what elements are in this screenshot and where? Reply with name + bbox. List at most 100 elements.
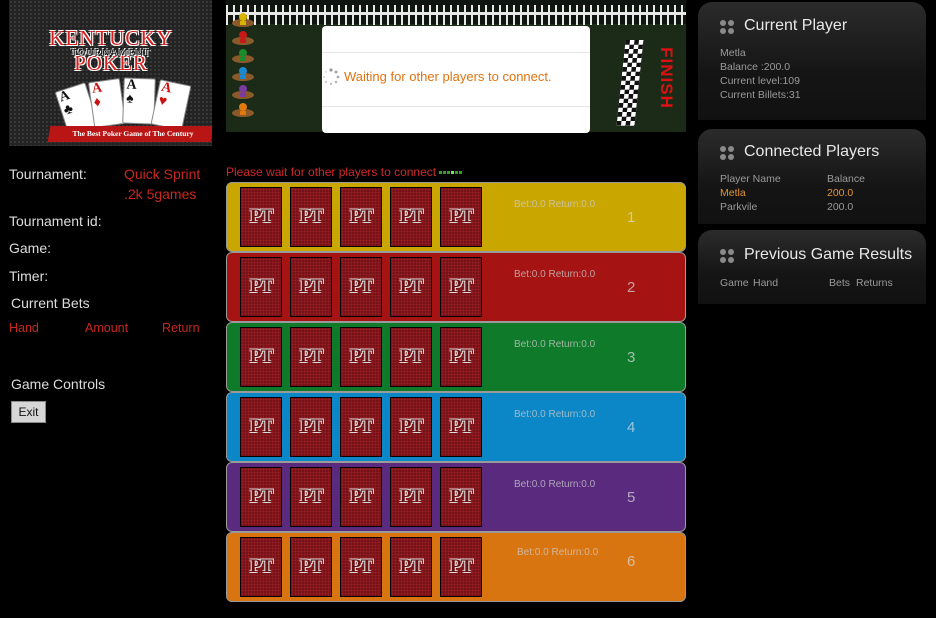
- card-back: PT: [240, 537, 282, 597]
- checkered-flag-icon: [616, 40, 644, 126]
- card-back-logo: PT: [399, 416, 423, 437]
- row-bet-info: Bet:0.0 Return:0.0: [514, 199, 596, 210]
- card-back: PT: [390, 537, 432, 597]
- card-slot[interactable]: PT: [338, 465, 384, 529]
- connected-player-name: Metla: [720, 187, 746, 199]
- card-back-logo: PT: [249, 206, 273, 227]
- card-back: PT: [340, 187, 382, 247]
- card-slot[interactable]: PT: [288, 325, 334, 389]
- card-slot[interactable]: PT: [238, 395, 284, 459]
- row-bet-info: Bet:0.0 Return:0.0: [514, 479, 596, 490]
- row-bet-info: Bet:0.0 Return:0.0: [514, 269, 596, 280]
- card-slot[interactable]: PT: [438, 255, 484, 319]
- loading-spinner-icon: [323, 68, 340, 86]
- card-back: PT: [240, 257, 282, 317]
- card-slot[interactable]: PT: [438, 185, 484, 249]
- player-balance: Balance :200.0: [720, 61, 791, 73]
- card-slot[interactable]: PT: [438, 465, 484, 529]
- card-slot[interactable]: PT: [388, 325, 434, 389]
- card-back-logo: PT: [349, 346, 373, 367]
- card-back-logo: PT: [449, 346, 473, 367]
- card-back: PT: [340, 257, 382, 317]
- card-slot[interactable]: PT: [338, 255, 384, 319]
- card-back: PT: [390, 397, 432, 457]
- track-fence-rail: [226, 12, 686, 15]
- track-fence: [226, 5, 686, 25]
- card-back: PT: [340, 537, 382, 597]
- card-slot[interactable]: PT: [288, 465, 334, 529]
- card-back: PT: [440, 327, 482, 387]
- results-header-hand: Hand: [753, 277, 779, 289]
- card-back: PT: [390, 327, 432, 387]
- card-back: PT: [340, 327, 382, 387]
- results-header-game: Game: [720, 277, 749, 289]
- card-back-logo: PT: [349, 556, 373, 577]
- connected-player-name: Parkvile: [720, 201, 758, 213]
- card-slot[interactable]: PT: [438, 395, 484, 459]
- jockey-icon: [228, 84, 258, 100]
- card-slot[interactable]: PT: [438, 535, 484, 599]
- waiting-message: Waiting for other players to connect.: [344, 69, 552, 84]
- card-back: PT: [290, 327, 332, 387]
- connected-player-balance: 200.0: [827, 187, 854, 199]
- card-slot[interactable]: PT: [288, 255, 334, 319]
- card-slot[interactable]: PT: [388, 535, 434, 599]
- player-row[interactable]: PT PT PT PT PT Bet:0.0 Return:0.0 5: [226, 462, 686, 532]
- card-back: PT: [440, 257, 482, 317]
- player-row[interactable]: PT PT PT PT PT Bet:0.0 Return:0.0 3: [226, 322, 686, 392]
- card-slot[interactable]: PT: [288, 395, 334, 459]
- wait-status-text: Please wait for other players to connect: [226, 165, 437, 179]
- logo-tagline: The Best Poker Game of The Century: [72, 129, 194, 138]
- player-row[interactable]: PT PT PT PT PT Bet:0.0 Return:0.0 2: [226, 252, 686, 322]
- card-slot[interactable]: PT: [238, 255, 284, 319]
- card-slot[interactable]: PT: [238, 185, 284, 249]
- card-slot[interactable]: PT: [388, 395, 434, 459]
- tournament-value: Quick Sprint: [124, 166, 201, 182]
- jockey-icon: [228, 12, 258, 28]
- card-back-logo: PT: [399, 276, 423, 297]
- card-back: PT: [290, 397, 332, 457]
- card-slot[interactable]: PT: [288, 535, 334, 599]
- card-back-logo: PT: [399, 556, 423, 577]
- card-slot[interactable]: PT: [338, 535, 384, 599]
- player-row[interactable]: PT PT PT PT PT Bet:0.0 Return:0.0 4: [226, 392, 686, 462]
- previous-results-title: Previous Game Results: [744, 246, 913, 263]
- card-back-logo: PT: [249, 416, 273, 437]
- card-slot[interactable]: PT: [288, 185, 334, 249]
- card-back: PT: [240, 327, 282, 387]
- previous-results-panel: Previous Game Results Game Hand Bets Ret…: [698, 230, 926, 304]
- connected-player-balance: 200.0: [827, 201, 854, 213]
- row-bet-info: Bet:0.0 Return:0.0: [514, 339, 596, 350]
- connected-players-panel: Connected Players Player Name Balance Me…: [698, 129, 926, 224]
- card-slot[interactable]: PT: [238, 535, 284, 599]
- row-number: 1: [627, 209, 636, 226]
- dialog-footer-divider: [322, 106, 590, 107]
- player-name: Metla: [720, 47, 746, 59]
- card-back-logo: PT: [249, 556, 273, 577]
- logo-card-icon: A ♥: [150, 79, 192, 131]
- card-back-logo: PT: [349, 416, 373, 437]
- card-slot[interactable]: PT: [338, 325, 384, 389]
- dialog-header-divider: [322, 52, 590, 53]
- card-slot[interactable]: PT: [238, 465, 284, 529]
- jockey-icon: [228, 48, 258, 64]
- row-number: 6: [627, 553, 636, 570]
- card-back: PT: [240, 467, 282, 527]
- card-back-logo: PT: [449, 276, 473, 297]
- card-slot[interactable]: PT: [338, 185, 384, 249]
- card-slot[interactable]: PT: [238, 325, 284, 389]
- current-player-panel: Current Player Metla Balance :200.0 Curr…: [698, 2, 926, 120]
- player-row[interactable]: PT PT PT PT PT Bet:0.0 Return:0.0 6: [226, 532, 686, 602]
- exit-button[interactable]: Exit: [11, 401, 46, 423]
- card-slot[interactable]: PT: [388, 465, 434, 529]
- card-back-logo: PT: [449, 486, 473, 507]
- card-back: PT: [340, 397, 382, 457]
- tournament-id-label: Tournament id:: [9, 213, 102, 229]
- player-row[interactable]: PT PT PT PT PT Bet:0.0 Return:0.0 1: [226, 182, 686, 252]
- card-slot[interactable]: PT: [438, 325, 484, 389]
- card-back: PT: [440, 187, 482, 247]
- card-slot[interactable]: PT: [338, 395, 384, 459]
- card-slot[interactable]: PT: [388, 185, 434, 249]
- column-header-balance: Balance: [827, 173, 865, 185]
- card-slot[interactable]: PT: [388, 255, 434, 319]
